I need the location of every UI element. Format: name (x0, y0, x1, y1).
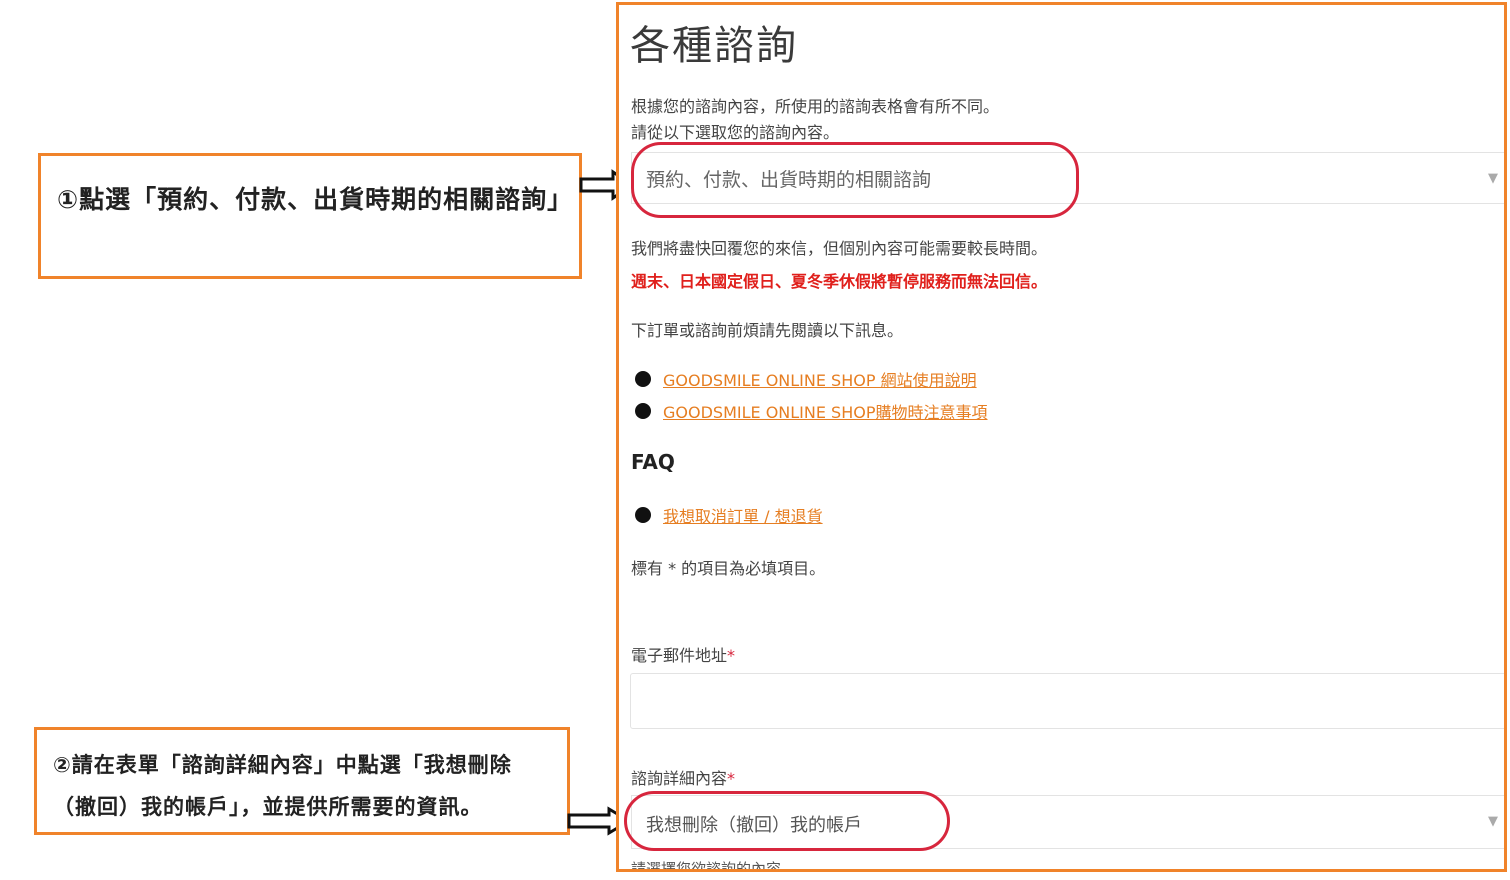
required-fields-note: 標有 * 的項目為必填項目。 (631, 559, 826, 578)
chevron-down-icon: ▼ (1488, 814, 1498, 829)
email-label: 電子郵件地址* (631, 642, 735, 666)
shopping-notes-link[interactable]: GOODSMILE ONLINE SHOP購物時注意事項 (663, 403, 988, 422)
detail-hint: 請選擇您欲諮詢的內容。 (631, 860, 797, 872)
email-field[interactable] (630, 673, 1504, 729)
list-item: GOODSMILE ONLINE SHOP購物時注意事項 (635, 399, 988, 423)
callout-step1-text: ①點選「預約、付款、出貨時期的相關諮詢」 (57, 185, 574, 214)
bullet-dot-icon (635, 371, 651, 387)
holiday-warning: 週末、日本國定假日、夏冬季休假將暫停服務而無法回信。 (631, 272, 1048, 291)
faq-heading: FAQ (631, 450, 675, 474)
highlight-ring (624, 791, 950, 851)
highlight-ring (631, 142, 1079, 218)
required-mark: * (727, 769, 736, 788)
detail-label: 諮詢詳細內容* (631, 765, 735, 789)
guide-link[interactable]: GOODSMILE ONLINE SHOP 網站使用說明 (663, 371, 977, 390)
instruction-callout-step2: ②請在表單「諮詢詳細內容」中點選「我想刪除（撤回）我的帳戶」，並提供所需要的資訊… (34, 727, 570, 835)
bullet-dot-icon (635, 403, 651, 419)
cancel-order-link[interactable]: 我想取消訂單 / 想退貨 (663, 507, 823, 526)
instruction-callout-step1: ①點選「預約、付款、出貨時期的相關諮詢」 (38, 153, 582, 279)
read-before-note: 下訂單或諮詢前煩請先閱讀以下訊息。 (631, 321, 904, 340)
detail-label-text: 諮詢詳細內容 (631, 769, 728, 788)
required-mark: * (727, 646, 736, 665)
email-label-text: 電子郵件地址 (631, 646, 728, 665)
chevron-down-icon: ▼ (1488, 171, 1498, 186)
bullet-dot-icon (635, 507, 651, 523)
page-title: 各種諮詢 (630, 23, 798, 69)
inquiry-form-panel: 各種諮詢 根據您的諮詢內容，所使用的諮詢表格會有所不同。 請從以下選取您的諮詢內… (616, 2, 1507, 872)
list-item: 我想取消訂單 / 想退貨 (635, 503, 823, 527)
list-item: GOODSMILE ONLINE SHOP 網站使用說明 (635, 367, 977, 391)
reply-note: 我們將盡快回覆您的來信，但個別內容可能需要較長時間。 (631, 239, 1048, 258)
intro-text: 請從以下選取您的諮詢內容。 (631, 123, 840, 142)
callout-step2-text: ②請在表單「諮詢詳細內容」中點選「我想刪除（撤回）我的帳戶」，並提供所需要的資訊… (53, 753, 512, 819)
intro-text: 根據您的諮詢內容，所使用的諮詢表格會有所不同。 (631, 97, 1000, 116)
